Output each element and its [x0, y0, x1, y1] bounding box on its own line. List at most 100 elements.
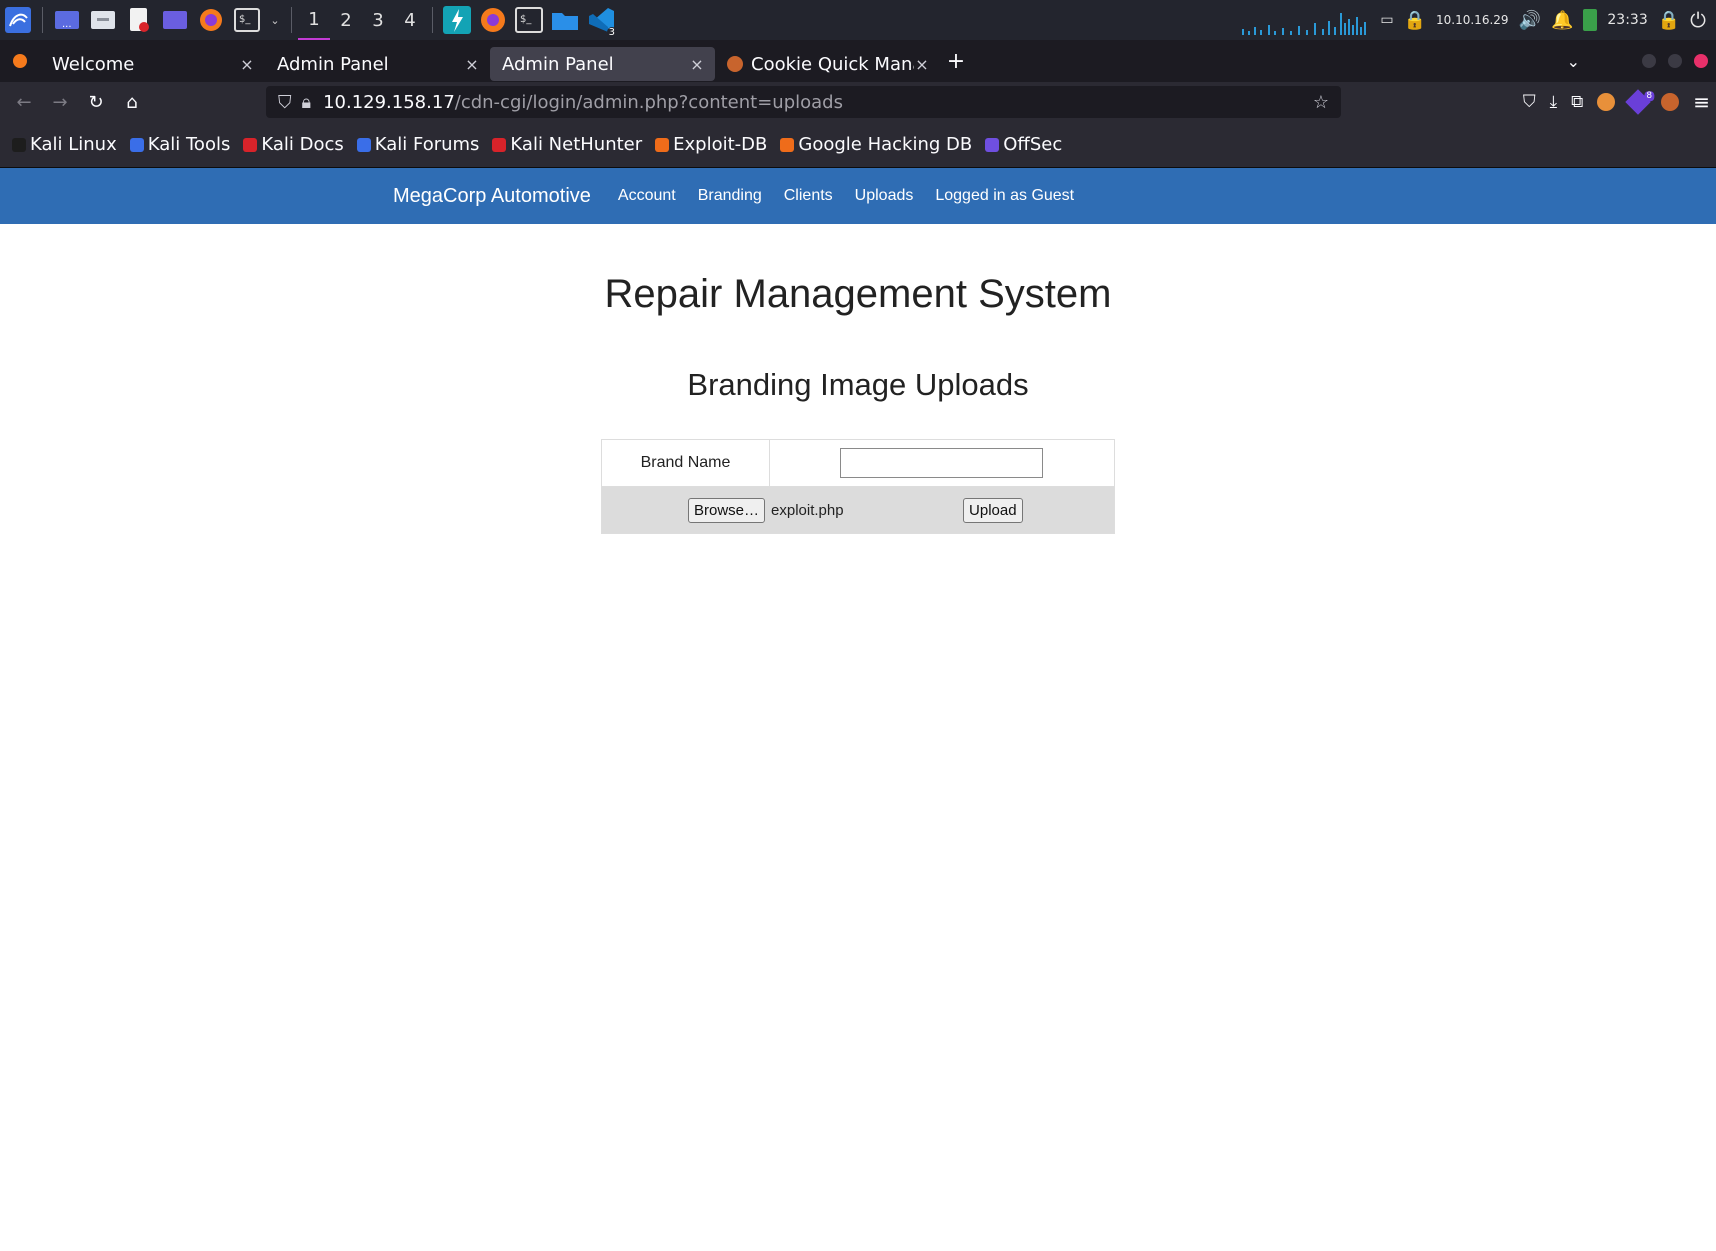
reload-icon[interactable]: ↻ — [78, 84, 114, 120]
bookmark-label: Kali Docs — [261, 134, 344, 155]
brand-name-input[interactable] — [840, 448, 1043, 478]
tab-cookie-quick-manager[interactable]: Cookie Quick Manag × — [715, 47, 940, 81]
kali-forums-icon — [356, 137, 371, 152]
vpn-lock-icon[interactable]: 🔒 — [1404, 10, 1426, 31]
tab-close-icon[interactable]: × — [239, 55, 255, 74]
text-editor-icon[interactable] — [121, 0, 157, 40]
file-manager-icon[interactable] — [85, 0, 121, 40]
nav-link-account[interactable]: Account — [618, 187, 676, 205]
bookmark-label: Kali NetHunter — [510, 134, 643, 155]
bookmark-label: Kali Forums — [374, 134, 480, 155]
brand-name-row: Brand Name — [602, 440, 1114, 487]
kali-menu-icon[interactable] — [0, 0, 36, 40]
brand-name-cell — [770, 440, 1114, 486]
selected-file-name: exploit.php — [771, 501, 844, 519]
kali-docs-icon — [243, 137, 258, 152]
bookmark-exploit-db[interactable]: Exploit-DB — [655, 134, 767, 155]
maximize-window-button[interactable] — [1668, 54, 1682, 68]
folder-window-icon[interactable] — [547, 0, 583, 40]
exploit-db-icon — [655, 137, 670, 152]
minimize-window-button[interactable] — [1642, 54, 1656, 68]
bookmark-label: Kali Tools — [147, 134, 231, 155]
extension-badge: 8 — [1644, 91, 1655, 102]
tab-admin-panel[interactable]: Admin Panel × — [265, 47, 490, 81]
terminal-window-icon[interactable]: $_ — [511, 0, 547, 40]
tab-close-icon[interactable]: × — [464, 55, 480, 74]
tab-close-icon[interactable]: × — [914, 55, 930, 74]
workspace-3[interactable]: 3 — [362, 0, 394, 40]
new-tab-button[interactable]: + — [940, 49, 972, 74]
tab-admin-panel-active[interactable]: Admin Panel × — [490, 47, 715, 81]
brand-name-label: Brand Name — [602, 440, 770, 486]
svg-text:...: ... — [62, 19, 72, 30]
battery-icon[interactable] — [1583, 9, 1598, 31]
notifications-bell-icon[interactable]: 🔔 — [1551, 10, 1573, 31]
workspace-4[interactable]: 4 — [394, 0, 426, 40]
screenshot-tool-icon[interactable] — [157, 0, 193, 40]
terminal-launcher-icon[interactable]: $_ — [229, 0, 265, 40]
bookmark-kali-forums[interactable]: Kali Forums — [356, 134, 480, 155]
url-host: 10.129.158.17 — [323, 91, 455, 113]
chevron-down-icon[interactable]: ⌄ — [265, 0, 285, 40]
forward-arrow-icon[interactable]: → — [42, 84, 78, 120]
bookmark-star-icon[interactable]: ☆ — [1313, 92, 1329, 113]
pocket-icon[interactable]: ⛉ — [1523, 92, 1536, 112]
address-bar[interactable]: ⛉ 🔒︎ 10.129.158.17/cdn-cgi/login/admin.p… — [266, 86, 1341, 118]
browser-tab-bar: Welcome × Admin Panel × Admin Panel × Co… — [0, 40, 1716, 82]
vpn-ip-address: 10.10.16.29 — [1436, 13, 1509, 27]
firefox-window-icon[interactable] — [475, 0, 511, 40]
show-desktop-icon[interactable]: ... — [49, 0, 85, 40]
workspace-1[interactable]: 1 — [298, 0, 330, 40]
extension-purple-icon[interactable]: 8 — [1625, 89, 1655, 115]
svg-text:$_: $_ — [520, 14, 532, 25]
firefox-launcher-icon[interactable] — [193, 0, 229, 40]
foxyproxy-icon[interactable] — [1597, 93, 1616, 111]
tracking-shield-icon[interactable]: ⛉ — [278, 92, 292, 113]
file-upload-row: Browse… exploit.php Upload — [602, 487, 1114, 533]
bookmark-label: Google Hacking DB — [798, 134, 973, 155]
vscode-window-icon[interactable]: 3 — [583, 0, 619, 40]
system-tray: ▭ 🔒 10.10.16.29 🔊 🔔 23:33 🔒 ⏻ — [1240, 0, 1716, 40]
tab-label: Admin Panel — [277, 53, 389, 75]
bookmark-offsec[interactable]: OffSec — [985, 134, 1062, 155]
svg-text:$_: $_ — [239, 14, 251, 25]
logout-icon[interactable]: ⏻ — [1690, 8, 1706, 32]
window-controls: ⌄ — [1567, 40, 1708, 82]
tab-welcome[interactable]: Welcome × — [40, 47, 265, 81]
upload-button[interactable]: Upload — [963, 497, 1023, 523]
burp-window-icon[interactable] — [439, 0, 475, 40]
tab-label: Admin Panel — [502, 53, 614, 75]
home-icon[interactable]: ⌂ — [114, 84, 150, 120]
bookmark-kali-tools[interactable]: Kali Tools — [129, 134, 231, 155]
tab-close-icon[interactable]: × — [689, 55, 705, 74]
network-activity-graph — [1242, 13, 1367, 35]
hamburger-menu-icon[interactable]: ≡ — [1693, 90, 1710, 114]
site-brand-link[interactable]: MegaCorp Automotive — [393, 185, 591, 208]
list-all-tabs-icon[interactable]: ⌄ — [1567, 52, 1580, 71]
workspace-2[interactable]: 2 — [330, 0, 362, 40]
cookie-manager-icon[interactable] — [1661, 93, 1680, 111]
browser-navigation-bar: ← → ↻ ⌂ ⛉ 🔒︎ 10.129.158.17/cdn-cgi/login… — [0, 82, 1716, 122]
volume-icon[interactable]: 🔊 — [1519, 10, 1541, 31]
lock-screen-icon[interactable]: 🔒 — [1658, 10, 1680, 31]
close-window-button[interactable] — [1694, 54, 1708, 68]
nav-link-branding[interactable]: Branding — [698, 187, 762, 205]
offsec-icon — [985, 137, 1000, 152]
bookmark-google-hacking-db[interactable]: Google Hacking DB — [780, 134, 972, 155]
downloads-icon[interactable]: ⤓ — [1550, 92, 1558, 112]
nav-link-uploads[interactable]: Uploads — [855, 187, 914, 205]
nav-logged-in-status[interactable]: Logged in as Guest — [935, 187, 1074, 205]
tab-label: Welcome — [52, 53, 135, 75]
display-icon[interactable]: ▭ — [1380, 12, 1393, 28]
extensions-icon[interactable]: ⧉ — [1571, 92, 1583, 112]
nav-link-clients[interactable]: Clients — [784, 187, 833, 205]
google-hacking-db-icon — [780, 137, 795, 152]
browse-file-button[interactable]: Browse… — [688, 497, 766, 523]
bookmark-kali-nethunter[interactable]: Kali NetHunter — [492, 134, 642, 155]
clock[interactable]: 23:33 — [1607, 12, 1647, 28]
bookmark-kali-docs[interactable]: Kali Docs — [243, 134, 344, 155]
back-arrow-icon[interactable]: ← — [6, 84, 42, 120]
bookmark-kali-linux[interactable]: Kali Linux — [12, 134, 117, 155]
page-lock-icon[interactable]: 🔒︎ — [302, 92, 312, 113]
firefox-view-icon[interactable] — [0, 53, 40, 69]
